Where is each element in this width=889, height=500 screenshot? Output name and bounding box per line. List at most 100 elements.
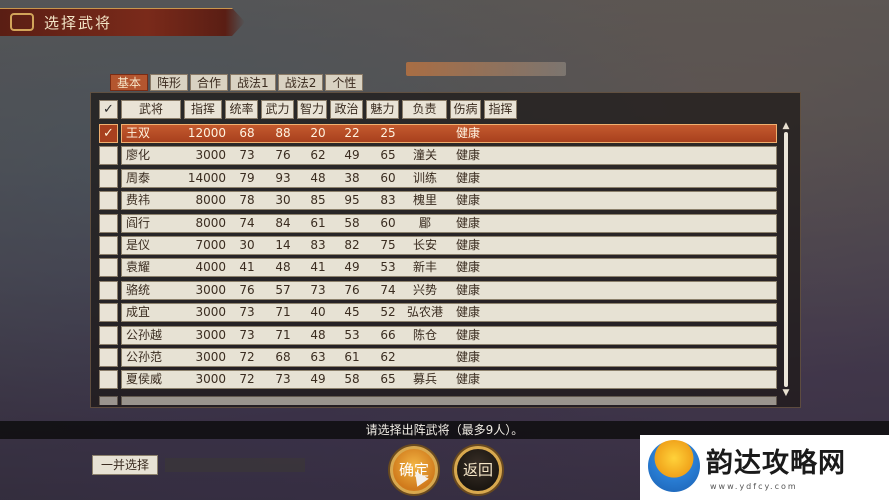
row-checkbox[interactable] bbox=[99, 325, 118, 345]
tab-basic[interactable]: 基本 bbox=[110, 74, 149, 91]
cell-injury: 健康 bbox=[455, 305, 480, 320]
row-checkbox[interactable] bbox=[99, 191, 118, 211]
table-row[interactable]: ✓ 王双 12000 68 88 20 22 25 健康 bbox=[99, 124, 777, 143]
table-row[interactable]: 公孙范 3000 72 68 63 61 62 健康 bbox=[99, 348, 777, 367]
row-cells[interactable]: 费祎 8000 78 30 85 95 83 槐里 健康 bbox=[121, 191, 777, 211]
column-header-duty[interactable]: 负责 bbox=[402, 100, 447, 119]
column-header-war[interactable]: 武力 bbox=[261, 100, 294, 119]
cell-injury: 健康 bbox=[455, 215, 480, 230]
row-checkbox[interactable] bbox=[99, 236, 118, 255]
confirm-button[interactable]: 确定 bbox=[390, 446, 438, 494]
row-checkbox[interactable] bbox=[99, 258, 118, 278]
cell-intelligence: 20 bbox=[310, 126, 326, 140]
row-checkbox[interactable]: ✓ bbox=[99, 124, 118, 143]
cell-leadership: 74 bbox=[239, 215, 255, 230]
table-row[interactable]: 夏侯威 3000 72 73 49 58 65 募兵 健康 bbox=[99, 370, 777, 390]
scroll-thumb[interactable] bbox=[784, 132, 788, 387]
select-all-button[interactable]: 一并选择 bbox=[92, 455, 158, 475]
tab-personality[interactable]: 个性 bbox=[325, 74, 364, 91]
cell-charm: 66 bbox=[380, 327, 396, 342]
cell-command: 3000 bbox=[195, 327, 226, 342]
row-checkbox[interactable] bbox=[99, 168, 118, 188]
row-checkbox[interactable] bbox=[99, 146, 118, 166]
row-cells[interactable]: 公孙范 3000 72 68 63 61 62 健康 bbox=[121, 348, 777, 367]
cell-name: 夏侯威 bbox=[126, 372, 163, 387]
table-row[interactable]: 周泰 14000 79 93 48 38 60 训练 健康 bbox=[99, 168, 777, 188]
column-header-intelligence[interactable]: 智力 bbox=[297, 100, 327, 119]
row-cells[interactable]: 廖化 3000 73 76 62 49 65 潼关 健康 bbox=[121, 146, 777, 166]
cell-injury: 健康 bbox=[455, 282, 480, 297]
table-row[interactable]: 费祎 8000 78 30 85 95 83 槐里 健康 bbox=[99, 191, 777, 211]
row-cells[interactable]: 阎行 8000 74 84 61 58 60 郿 健康 bbox=[121, 213, 777, 233]
cell-leadership: 79 bbox=[239, 170, 255, 185]
select-info-bar bbox=[165, 458, 305, 472]
scroll-down-icon[interactable]: ▼ bbox=[782, 389, 790, 398]
row-cells[interactable]: 是仪 7000 30 14 83 82 75 长安 健康 bbox=[121, 236, 777, 255]
scroll-up-icon[interactable]: ▲ bbox=[782, 122, 790, 131]
row-checkbox[interactable] bbox=[99, 213, 118, 233]
cell-politics: 38 bbox=[344, 170, 360, 185]
row-cells[interactable]: 夏侯威 3000 72 73 49 58 65 募兵 健康 bbox=[121, 370, 777, 390]
table-row[interactable]: 成宜 3000 73 71 40 45 52 弘农港 健康 bbox=[99, 303, 777, 323]
cell-war: 84 bbox=[275, 215, 291, 230]
cell-war: 48 bbox=[275, 260, 291, 275]
cell-command: 14000 bbox=[187, 170, 226, 185]
cell-leadership: 72 bbox=[239, 350, 255, 364]
row-cells[interactable]: 公孙越 3000 73 71 48 53 66 陈仓 健康 bbox=[121, 325, 777, 345]
row-checkbox[interactable] bbox=[99, 280, 118, 300]
row-cells[interactable]: 骆统 3000 76 57 73 76 74 兴势 健康 bbox=[121, 280, 777, 300]
cell-name: 袁耀 bbox=[126, 260, 151, 275]
row-checkbox[interactable] bbox=[99, 370, 118, 390]
column-header-politics[interactable]: 政治 bbox=[330, 100, 363, 119]
cell-name: 公孙范 bbox=[126, 350, 163, 364]
cell-politics: 76 bbox=[344, 282, 360, 297]
cell-command: 3000 bbox=[195, 148, 226, 163]
table-row[interactable]: 公孙越 3000 73 71 48 53 66 陈仓 健康 bbox=[99, 325, 777, 345]
cell-charm: 83 bbox=[380, 193, 396, 208]
column-header-name[interactable]: 武将 bbox=[121, 100, 181, 119]
header-check-all[interactable]: ✓ bbox=[99, 100, 118, 119]
tab-formation[interactable]: 阵形 bbox=[150, 74, 189, 91]
row-cells[interactable]: 周泰 14000 79 93 48 38 60 训练 健康 bbox=[121, 168, 777, 188]
table-row[interactable]: 袁耀 4000 41 48 41 49 53 新丰 健康 bbox=[99, 258, 777, 278]
cell-command: 3000 bbox=[195, 305, 226, 320]
cell-charm: 53 bbox=[380, 260, 396, 275]
tab-tactic-2[interactable]: 战法2 bbox=[277, 74, 324, 91]
tab-tactic-1[interactable]: 战法1 bbox=[230, 74, 276, 91]
row-cells bbox=[121, 396, 777, 405]
column-header-command-2[interactable]: 指挥 bbox=[484, 100, 517, 119]
cell-intelligence: 48 bbox=[310, 170, 326, 185]
scrollbar[interactable]: ▲ ▼ bbox=[782, 122, 790, 398]
column-header-command[interactable]: 指挥 bbox=[184, 100, 222, 119]
cell-command: 4000 bbox=[195, 260, 226, 275]
table-row[interactable]: 骆统 3000 76 57 73 76 74 兴势 健康 bbox=[99, 280, 777, 300]
cell-duty: 新丰 bbox=[412, 260, 437, 275]
row-cells[interactable]: 王双 12000 68 88 20 22 25 健康 bbox=[121, 124, 777, 143]
cell-leadership: 73 bbox=[239, 327, 255, 342]
tab-cooperation[interactable]: 合作 bbox=[190, 74, 229, 91]
back-button[interactable]: 返回 bbox=[454, 446, 502, 494]
row-checkbox[interactable] bbox=[99, 348, 118, 367]
row-cells[interactable]: 成宜 3000 73 71 40 45 52 弘农港 健康 bbox=[121, 303, 777, 323]
cell-injury: 健康 bbox=[455, 126, 480, 140]
cell-charm: 65 bbox=[380, 148, 396, 163]
column-header-leadership[interactable]: 统率 bbox=[225, 100, 258, 119]
table-row[interactable]: 阎行 8000 74 84 61 58 60 郿 健康 bbox=[99, 213, 777, 233]
column-header-injury[interactable]: 伤病 bbox=[450, 100, 481, 119]
row-checkbox[interactable] bbox=[99, 303, 118, 323]
cell-command: 8000 bbox=[195, 215, 226, 230]
cell-name: 阎行 bbox=[126, 215, 151, 230]
cell-leadership: 41 bbox=[239, 260, 255, 275]
cell-politics: 45 bbox=[344, 305, 360, 320]
cell-duty: 募兵 bbox=[412, 372, 437, 387]
cell-injury: 健康 bbox=[455, 238, 480, 252]
cell-leadership: 68 bbox=[239, 126, 255, 140]
cell-duty: 兴势 bbox=[412, 282, 437, 297]
cell-injury: 健康 bbox=[455, 327, 480, 342]
cell-intelligence: 63 bbox=[310, 350, 326, 364]
table-row[interactable]: 廖化 3000 73 76 62 49 65 潼关 健康 bbox=[99, 146, 777, 166]
column-header-charm[interactable]: 魅力 bbox=[366, 100, 399, 119]
row-cells[interactable]: 袁耀 4000 41 48 41 49 53 新丰 健康 bbox=[121, 258, 777, 278]
cell-war: 88 bbox=[275, 126, 291, 140]
table-row[interactable]: 是仪 7000 30 14 83 82 75 长安 健康 bbox=[99, 236, 777, 255]
